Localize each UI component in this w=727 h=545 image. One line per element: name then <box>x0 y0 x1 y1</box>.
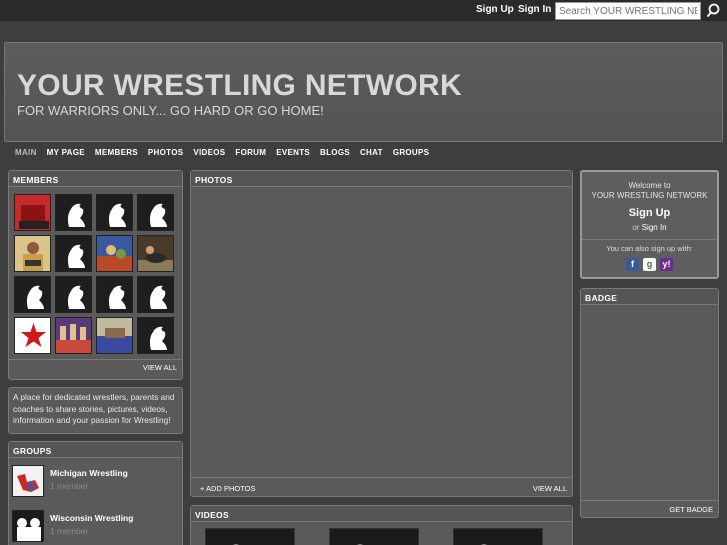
photos-panel: PHOTOS + ADD PHOTOS VIEW ALL <box>190 170 573 497</box>
member-avatar[interactable] <box>55 317 92 354</box>
default-avatar-icon[interactable] <box>55 276 92 313</box>
videos-panel: VIDEOS <box>190 505 573 545</box>
get-badge-link[interactable]: GET BADGE <box>669 505 713 514</box>
nav-blogs[interactable]: BLOGS <box>320 148 350 160</box>
google-icon[interactable]: g <box>643 258 656 271</box>
site-header: YOUR WRESTLING NETWORK FOR WARRIORS ONLY… <box>4 42 723 142</box>
search-input[interactable] <box>555 2 701 20</box>
nav-forum[interactable]: FORUM <box>235 148 266 160</box>
photos-footer: + ADD PHOTOS VIEW ALL <box>191 477 572 496</box>
group-avatar[interactable] <box>12 510 44 542</box>
site-title[interactable]: YOUR WRESTLING NETWORK <box>17 69 462 103</box>
about-text: A place for dedicated wrestlers, parents… <box>8 387 183 434</box>
groups-panel: GROUPS Michigan Wrestling 1 member Wisco… <box>8 441 183 545</box>
default-avatar-icon[interactable] <box>96 276 133 313</box>
welcome-signin-link[interactable]: Sign In <box>642 223 667 232</box>
badge-panel: BADGE GET BADGE <box>580 288 719 518</box>
default-avatar-icon[interactable] <box>55 194 92 231</box>
main-nav: MAIN MY PAGE MEMBERS PHOTOS VIDEOS FORUM… <box>15 148 439 160</box>
group-item[interactable]: Wisconsin Wrestling 1 member <box>12 510 180 545</box>
member-avatar[interactable] <box>14 317 51 354</box>
search-icon[interactable] <box>703 2 725 19</box>
welcome-or-line: or Sign In <box>582 223 717 232</box>
social-signup-icons: f g y! <box>626 258 673 271</box>
group-avatar[interactable] <box>12 465 44 497</box>
facebook-icon[interactable]: f <box>626 258 639 271</box>
nav-videos[interactable]: VIDEOS <box>193 148 225 160</box>
members-panel: MEMBERS VIEW ALL <box>8 170 183 380</box>
members-heading: MEMBERS <box>9 171 182 187</box>
nav-members[interactable]: MEMBERS <box>95 148 138 160</box>
photos-view-all-link[interactable]: VIEW ALL <box>533 484 567 493</box>
video-thumbnail[interactable] <box>453 528 543 545</box>
default-avatar-icon[interactable] <box>137 317 174 354</box>
photos-heading: PHOTOS <box>191 171 572 187</box>
add-photos-link[interactable]: + ADD PHOTOS <box>200 484 256 493</box>
nav-groups[interactable]: GROUPS <box>393 148 429 160</box>
member-grid <box>14 194 178 354</box>
yahoo-icon[interactable]: y! <box>660 258 673 271</box>
members-divider <box>9 359 182 360</box>
welcome-box: Welcome to YOUR WRESTLING NETWORK Sign U… <box>580 170 719 279</box>
badge-heading: BADGE <box>581 289 718 305</box>
nav-photos[interactable]: PHOTOS <box>148 148 183 160</box>
group-name[interactable]: Wisconsin Wrestling <box>50 513 133 523</box>
social-signup-label: You can also sign up with: <box>606 244 693 253</box>
member-avatar[interactable] <box>14 235 51 272</box>
members-view-all-link[interactable]: VIEW ALL <box>143 363 177 372</box>
welcome-signup-link[interactable]: Sign Up <box>582 207 717 219</box>
member-avatar[interactable] <box>96 317 133 354</box>
welcome-divider <box>582 239 717 240</box>
nav-my-page[interactable]: MY PAGE <box>47 148 85 160</box>
video-thumbnail[interactable] <box>329 528 419 545</box>
top-bar: Sign Up Sign In <box>0 0 727 21</box>
member-avatar[interactable] <box>96 235 133 272</box>
member-avatar[interactable] <box>137 235 174 272</box>
default-avatar-icon[interactable] <box>96 194 133 231</box>
group-member-count: 1 member <box>50 526 89 536</box>
welcome-network-name: YOUR WRESTLING NETWORK <box>591 191 708 200</box>
group-member-count: 1 member <box>50 481 89 491</box>
member-avatar[interactable] <box>14 194 51 231</box>
default-avatar-icon[interactable] <box>137 194 174 231</box>
default-avatar-icon[interactable] <box>55 235 92 272</box>
groups-heading: GROUPS <box>9 442 182 458</box>
video-thumbnail[interactable] <box>205 528 295 545</box>
or-text: or <box>632 223 640 232</box>
nav-main[interactable]: MAIN <box>15 148 37 160</box>
top-signin-link[interactable]: Sign In <box>518 4 551 15</box>
group-item[interactable]: Michigan Wrestling 1 member <box>12 465 180 503</box>
welcome-line: Welcome to <box>628 181 671 190</box>
group-name[interactable]: Michigan Wrestling <box>50 468 128 478</box>
videos-heading: VIDEOS <box>191 506 572 522</box>
default-avatar-icon[interactable] <box>137 276 174 313</box>
top-signup-link[interactable]: Sign Up <box>476 4 514 15</box>
site-tagline: FOR WARRIORS ONLY... GO HARD OR GO HOME! <box>17 103 324 118</box>
badge-footer: GET BADGE <box>581 500 718 517</box>
nav-events[interactable]: EVENTS <box>276 148 310 160</box>
default-avatar-icon[interactable] <box>14 276 51 313</box>
nav-chat[interactable]: CHAT <box>360 148 383 160</box>
